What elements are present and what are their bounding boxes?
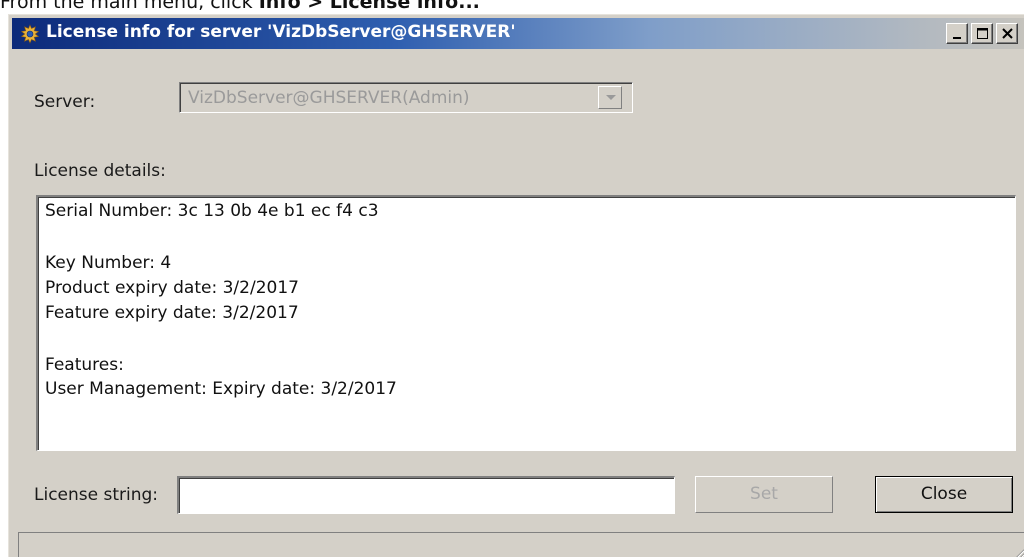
close-button[interactable]: Close: [875, 476, 1013, 513]
server-combobox[interactable]: VizDbServer@GHSERVER(Admin): [179, 82, 633, 113]
instruction-caption: From the main menu, click Info > License…: [0, 0, 480, 13]
close-window-button[interactable]: [996, 23, 1018, 44]
caption-text: From the main menu, click: [0, 0, 259, 13]
resize-grip-icon[interactable]: [1010, 546, 1024, 557]
minimize-icon: [953, 37, 961, 39]
license-details-textarea[interactable]: Serial Number: 3c 13 0b 4e b1 ec f4 c3 K…: [36, 195, 1016, 451]
details-line: Features:: [45, 355, 124, 375]
chevron-down-icon: [606, 95, 616, 100]
server-value: VizDbServer@GHSERVER(Admin): [188, 88, 470, 108]
status-bar: [18, 532, 1024, 557]
license-details-label: License details:: [34, 161, 166, 181]
server-label: Server:: [34, 92, 96, 112]
details-line: Serial Number: 3c 13 0b 4e b1 ec f4 c3: [45, 201, 379, 221]
license-string-label: License string:: [34, 485, 159, 505]
details-line: User Management: Expiry date: 3/2/2017: [45, 379, 397, 399]
dropdown-button[interactable]: [598, 86, 622, 109]
gear-icon: [20, 24, 40, 44]
caption-bold-text: Info > License info...: [258, 0, 480, 13]
maximize-button[interactable]: [971, 23, 993, 44]
maximize-icon: [977, 28, 988, 39]
close-icon: [1002, 28, 1013, 39]
details-line: Key Number: 4: [45, 253, 172, 273]
license-string-input[interactable]: [177, 476, 675, 514]
set-button[interactable]: Set: [695, 476, 833, 513]
minimize-button[interactable]: [946, 23, 968, 44]
license-info-dialog: License info for server 'VizDbServer@GHS…: [8, 14, 1024, 557]
title-bar[interactable]: License info for server 'VizDbServer@GHS…: [12, 18, 1024, 49]
details-line: Product expiry date: 3/2/2017: [45, 278, 299, 298]
details-line: Feature expiry date: 3/2/2017: [45, 303, 299, 323]
window-title: License info for server 'VizDbServer@GHS…: [46, 22, 516, 42]
page: From the main menu, click Info > License…: [0, 0, 1024, 557]
